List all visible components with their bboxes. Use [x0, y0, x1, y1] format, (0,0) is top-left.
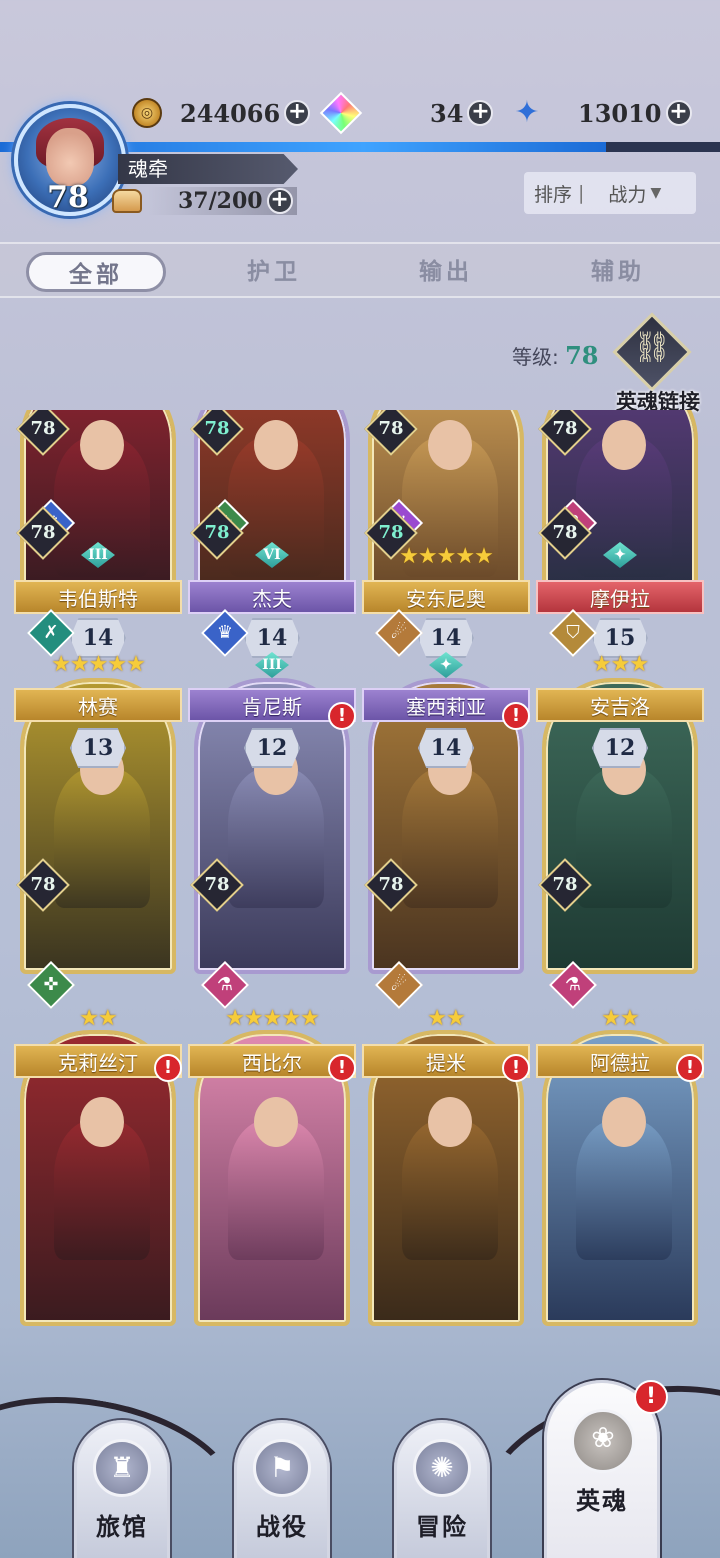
nav-adventure[interactable]: ✺ 冒险 [394, 1420, 490, 1558]
tavern-mug-icon: ♜ [93, 1439, 151, 1497]
hero-link-button[interactable]: ⛓ [612, 312, 692, 394]
nav-campaign[interactable]: ⚑ 战役 [234, 1420, 330, 1558]
stamina-resource: 37/200 + [112, 186, 297, 216]
tab-damage[interactable]: 输出 [376, 252, 516, 292]
hero-alert-icon: ! [502, 1054, 530, 1082]
hero-alert-icon: ! [154, 1054, 182, 1082]
hero-rose-icon: ❀ [571, 1409, 635, 1473]
star-gem-resource: ✦ 13010 + [512, 98, 692, 128]
player-level: 78 [47, 180, 89, 215]
sort-value: 战力 [608, 183, 647, 206]
header-accent-line-dark [606, 142, 720, 152]
chain-link-icon: ⛓ [632, 330, 672, 365]
sort-separator: | [578, 182, 585, 204]
crystal-value: 34 [430, 98, 464, 128]
nav-campaign-label: 战役 [256, 1513, 308, 1541]
hero-stars: ★★ [601, 1006, 639, 1031]
link-level-display: 等级: 78 [512, 341, 599, 370]
blue-star-gem-icon: ✦ [514, 95, 540, 130]
tab-support[interactable]: 辅助 [548, 252, 688, 292]
hero-card[interactable]: SSR78⚗★★★★★西比尔! [188, 410, 356, 1345]
nav-adventure-label: 冒险 [416, 1513, 468, 1541]
sort-dropdown[interactable]: 排序 | 战力 ▼ [524, 172, 696, 214]
bread-icon [112, 189, 142, 213]
hero-head [254, 1097, 298, 1148]
hero-grid: 78♛III韦伯斯特1478✜VI杰夫1478❦★★★★★安东尼奥1478⚗✦摩… [0, 410, 720, 1345]
add-stamina-button[interactable]: + [266, 188, 293, 214]
nav-tavern-label: 旅馆 [96, 1513, 148, 1541]
hero-stars: ★★ [427, 1006, 465, 1031]
class-glyph: ☄ [390, 974, 408, 995]
add-crystal-button[interactable]: + [467, 100, 494, 126]
hero-level: 78 [30, 874, 56, 895]
tab-all[interactable]: 全部 [26, 252, 166, 292]
nav-heroes-label: 英魂 [576, 1487, 628, 1515]
chevron-down-icon: ▼ [650, 185, 662, 201]
link-level-value: 78 [565, 341, 599, 370]
player-name: 魂牵 [118, 154, 298, 184]
class-glyph: ✜ [43, 974, 59, 995]
hero-alert-icon: ! [676, 1054, 704, 1082]
avatar-face [46, 128, 94, 186]
hero-alert-icon: ! [328, 1054, 356, 1082]
gold-resource: ◎ 244066 + [132, 98, 311, 128]
bottom-navigation: ♜ 旅馆 ⚑ 战役 ✺ 冒险 ❀ 英魂 ! [0, 1380, 720, 1558]
hero-head [428, 1097, 472, 1148]
add-star-gem-button[interactable]: + [665, 100, 692, 126]
gold-coin-icon: ◎ [132, 98, 162, 128]
banner-icon: ⚑ [253, 1439, 311, 1497]
hero-level: 78 [378, 874, 404, 895]
hero-card[interactable]: SSR78☄★★提米! [362, 410, 530, 1345]
add-gold-button[interactable]: + [284, 100, 311, 126]
compass-icon: ✺ [413, 1439, 471, 1497]
gold-value: 244066 [180, 98, 281, 128]
stamina-value: 37/200 [178, 188, 263, 214]
hero-card[interactable]: SSR78✜★★克莉丝汀! [14, 410, 182, 1345]
class-glyph: ⚗ [216, 974, 234, 995]
nav-tavern[interactable]: ♜ 旅馆 [74, 1420, 170, 1558]
hero-level: 78 [552, 874, 578, 895]
rainbow-crystal-icon [319, 91, 363, 135]
link-level-label: 等级: [512, 345, 559, 369]
nav-heroes-alert-icon: ! [634, 1380, 668, 1414]
class-glyph: ⚗ [564, 974, 582, 995]
hero-head [80, 1097, 124, 1148]
hero-stars: ★★★★★ [225, 1006, 320, 1031]
hero-card[interactable]: SSR78⚗★★阿德拉! [536, 410, 704, 1345]
crystal-resource: 34 + [319, 91, 494, 135]
hero-filter-tabs: 全部 护卫 输出 辅助 [0, 242, 720, 298]
player-header: 78 ◎ 244066 + 34 + ✦ 13010 + 魂牵 37/200 +… [0, 0, 720, 235]
star-gem-value: 13010 [578, 98, 662, 128]
stamina-bar: 37/200 + [148, 187, 297, 215]
hero-level: 78 [204, 874, 230, 895]
hero-stars: ★★ [79, 1006, 117, 1031]
hero-head [602, 1097, 646, 1148]
sort-label: 排序 [534, 183, 573, 206]
tab-guard[interactable]: 护卫 [204, 252, 344, 292]
